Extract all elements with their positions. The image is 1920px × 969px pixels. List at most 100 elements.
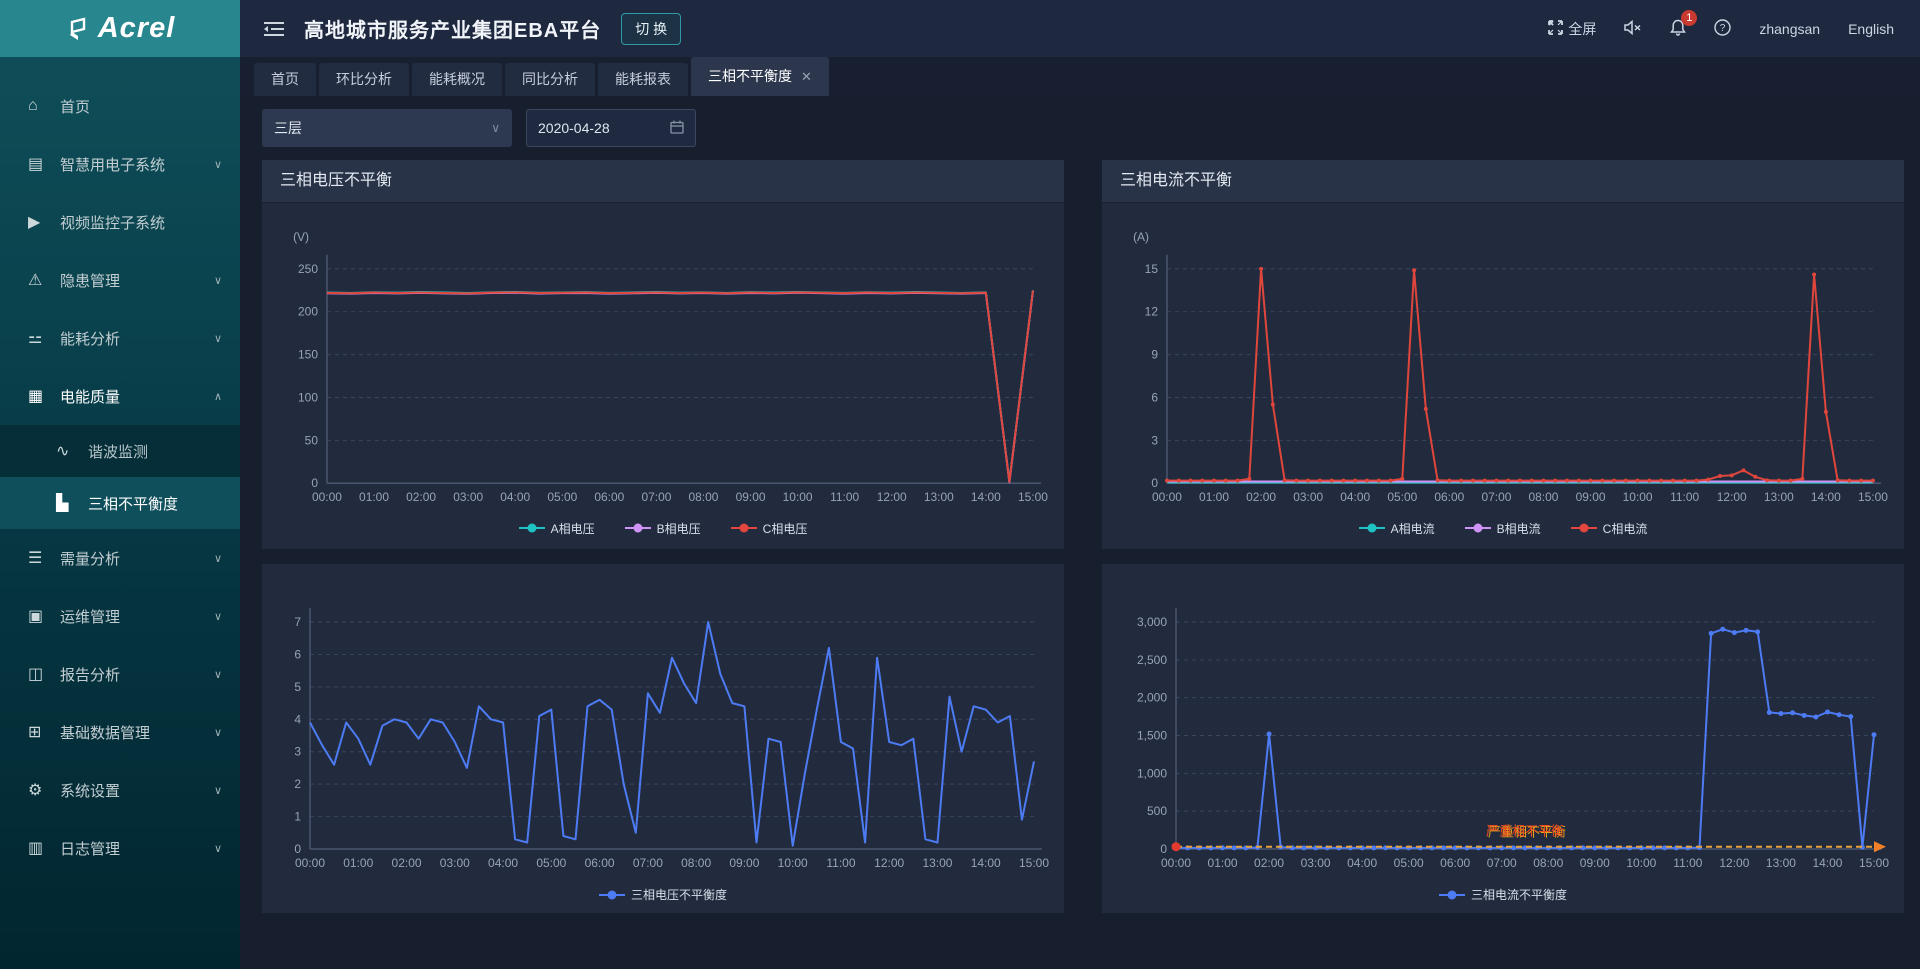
fullscreen-icon — [1548, 20, 1563, 38]
svg-text:02:00: 02:00 — [392, 856, 422, 870]
sidebar-item-label: 需量分析 — [60, 548, 214, 569]
sidebar-item-2[interactable]: ▤智慧用电子系统∨ — [0, 135, 240, 193]
report-icon: ◫ — [28, 664, 60, 684]
svg-text:3,000: 3,000 — [1137, 615, 1167, 629]
svg-text:200: 200 — [298, 305, 318, 319]
calendar-icon — [670, 120, 684, 137]
legend-item-A相电流[interactable]: A相电流 — [1359, 520, 1435, 537]
sidebar-subitem-三相不平衡度[interactable]: ▙三相不平衡度 — [0, 477, 240, 529]
chart-card-2: 三相电流不平衡03691215(A)00:0001:0002:0003:0004… — [1102, 160, 1904, 549]
svg-text:06:00: 06:00 — [594, 490, 624, 504]
legend-item-三相电流不平衡度[interactable]: 三相电流不平衡度 — [1439, 886, 1567, 903]
svg-text:09:00: 09:00 — [736, 490, 766, 504]
svg-text:01:00: 01:00 — [1208, 856, 1238, 870]
sidebar-subitem-谐波监测[interactable]: ∿谐波监测 — [0, 425, 240, 477]
svg-text:15:00: 15:00 — [1859, 856, 1889, 870]
ops-icon: ▣ — [28, 606, 60, 626]
date-picker[interactable]: 2020-04-28 — [526, 109, 696, 147]
sidebar-item-label: 视频监控子系统 — [60, 212, 222, 233]
legend-marker-icon — [1571, 523, 1597, 533]
sidebar-item-7[interactable]: ☰需量分析∨ — [0, 529, 240, 587]
language-switch[interactable]: English — [1848, 21, 1894, 37]
sidebar-submenu: ∿谐波监测▙三相不平衡度 — [0, 425, 240, 529]
legend-item-A相电压[interactable]: A相电压 — [519, 520, 595, 537]
svg-text:15: 15 — [1145, 262, 1159, 276]
svg-text:03:00: 03:00 — [440, 856, 470, 870]
svg-text:02:00: 02:00 — [1254, 856, 1284, 870]
mute-button[interactable] — [1624, 20, 1642, 38]
sidebar-item-label: 日志管理 — [60, 838, 214, 859]
svg-text:03:00: 03:00 — [453, 490, 483, 504]
legend-item-C相电压[interactable]: C相电压 — [731, 520, 808, 537]
svg-text:3: 3 — [294, 745, 301, 759]
svg-text:500: 500 — [1147, 804, 1167, 818]
svg-text:08:00: 08:00 — [689, 490, 719, 504]
tab-能耗概况[interactable]: 能耗概况 — [412, 63, 502, 96]
svg-text:0: 0 — [1151, 476, 1158, 490]
legend-item-B相电流[interactable]: B相电流 — [1465, 520, 1541, 537]
legend-label: 三相电流不平衡度 — [1471, 886, 1567, 903]
sidebar-item-1[interactable]: ⌂首页 — [0, 77, 240, 135]
sidebar-item-9[interactable]: ◫报告分析∨ — [0, 645, 240, 703]
switch-button[interactable]: 切 换 — [621, 13, 681, 45]
tab-label: 能耗概况 — [429, 71, 485, 87]
floor-select-value: 三层 — [274, 118, 302, 138]
svg-text:0: 0 — [294, 842, 301, 856]
sidebar-collapse-icon[interactable] — [264, 21, 284, 37]
sidebar-item-10[interactable]: ⊞基础数据管理∨ — [0, 703, 240, 761]
sidebar-subitem-label: 三相不平衡度 — [88, 493, 222, 514]
sidebar-item-11[interactable]: ⚙系统设置∨ — [0, 761, 240, 819]
fullscreen-button[interactable]: 全屏 — [1548, 19, 1596, 39]
base-data-icon: ⊞ — [28, 722, 60, 742]
tab-三相不平衡度[interactable]: 三相不平衡度✕ — [691, 57, 829, 96]
svg-text:14:00: 14:00 — [1812, 856, 1842, 870]
sidebar-item-5[interactable]: ⚍能耗分析∨ — [0, 309, 240, 367]
tab-能耗报表[interactable]: 能耗报表 — [598, 63, 688, 96]
tab-环比分析[interactable]: 环比分析 — [319, 63, 409, 96]
svg-text:5: 5 — [294, 680, 301, 694]
sidebar-item-3[interactable]: ▶视频监控子系统 — [0, 193, 240, 251]
sidebar-subitem-label: 谐波监测 — [88, 441, 222, 462]
svg-text:14:00: 14:00 — [1811, 490, 1841, 504]
imbalance-icon: ▙ — [56, 493, 88, 513]
power-quality-icon: ▦ — [28, 386, 60, 406]
chevron-down-icon: ∨ — [214, 726, 222, 739]
svg-text:11:00: 11:00 — [830, 490, 859, 504]
sidebar-item-8[interactable]: ▣运维管理∨ — [0, 587, 240, 645]
chevron-down-icon: ∨ — [214, 668, 222, 681]
sidebar-item-label: 首页 — [60, 96, 222, 117]
tab-首页[interactable]: 首页 — [254, 63, 316, 96]
chevron-down-icon: ∨ — [214, 610, 222, 623]
sidebar-item-label: 系统设置 — [60, 780, 214, 801]
svg-text:14:00: 14:00 — [971, 856, 1001, 870]
filter-row: 三层 ∨ 2020-04-28 — [262, 109, 1904, 147]
legend-marker-icon — [1359, 523, 1385, 533]
panel-title: 三相电压不平衡 — [262, 160, 1064, 203]
legend-item-B相电压[interactable]: B相电压 — [625, 520, 701, 537]
legend-item-三相电压不平衡度[interactable]: 三相电压不平衡度 — [599, 886, 727, 903]
svg-text:08:00: 08:00 — [681, 856, 711, 870]
svg-text:02:00: 02:00 — [406, 490, 436, 504]
svg-text:150: 150 — [298, 348, 318, 362]
notification-badge: 1 — [1681, 10, 1697, 26]
svg-text:13:00: 13:00 — [1766, 856, 1796, 870]
tab-close-icon[interactable]: ✕ — [801, 57, 812, 96]
tab-同比分析[interactable]: 同比分析 — [505, 63, 595, 96]
sidebar-item-12[interactable]: ▥日志管理∨ — [0, 819, 240, 877]
sidebar-item-4[interactable]: ⚠隐患管理∨ — [0, 251, 240, 309]
date-picker-value: 2020-04-28 — [538, 120, 610, 136]
svg-text:(A): (A) — [1133, 230, 1149, 244]
legend-item-C相电流[interactable]: C相电流 — [1571, 520, 1648, 537]
svg-text:0: 0 — [311, 476, 318, 490]
floor-select[interactable]: 三层 ∨ — [262, 109, 512, 147]
svg-text:12:00: 12:00 — [1719, 856, 1749, 870]
brand-logo[interactable]: Acrel — [0, 0, 240, 57]
help-icon: ? — [1714, 19, 1731, 39]
notifications-button[interactable]: 1 — [1670, 19, 1686, 39]
svg-text:13:00: 13:00 — [1764, 490, 1794, 504]
username[interactable]: zhangsan — [1759, 21, 1820, 37]
sidebar-item-6[interactable]: ▦电能质量∧ — [0, 367, 240, 425]
svg-text:12:00: 12:00 — [877, 490, 907, 504]
acrel-logo-icon — [65, 16, 91, 42]
help-button[interactable]: ? — [1714, 19, 1731, 39]
